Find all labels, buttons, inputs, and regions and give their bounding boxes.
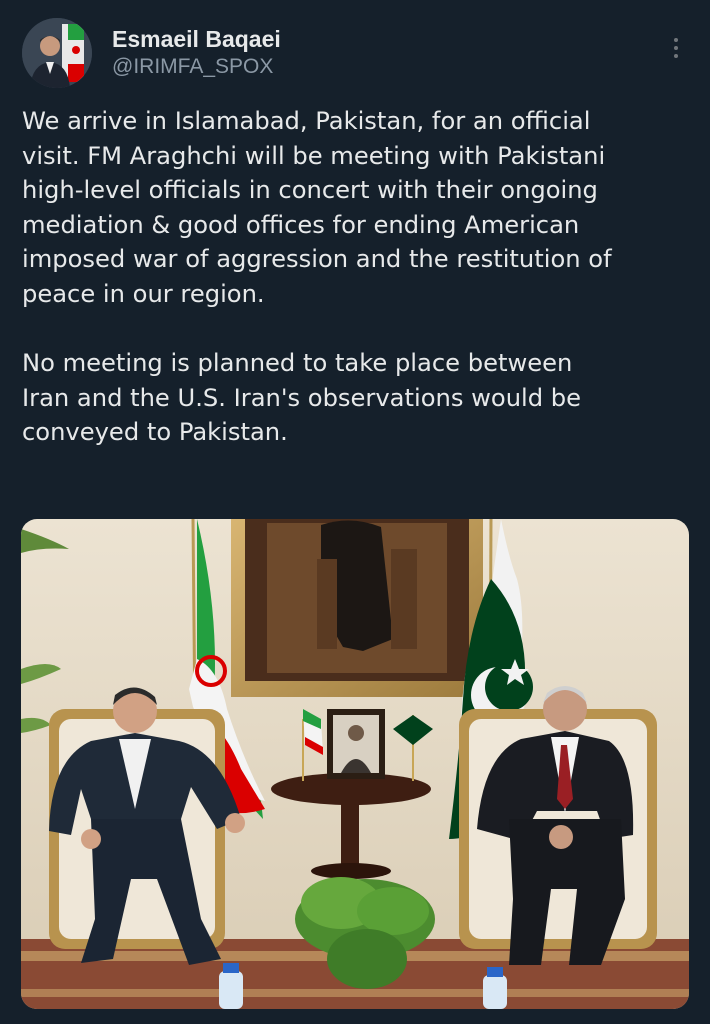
tweet-line: visit. FM Araghchi will be meeting with … — [22, 141, 606, 170]
tweet-line: imposed war of aggression and the restit… — [22, 245, 612, 274]
tweet-line: mediation & good offices for ending Amer… — [22, 210, 580, 239]
tweet-line: We arrive in Islamabad, Pakistan, for an… — [22, 107, 591, 135]
avatar[interactable] — [22, 18, 92, 88]
water-bottle — [483, 975, 507, 1009]
water-bottle — [219, 971, 243, 1009]
tweet-paragraph-2: No meeting is planned to take place betw… — [22, 346, 692, 450]
tweet-line: Iran and the U.S. Iran's observations wo… — [22, 383, 582, 412]
tweet-paragraph-1: We arrive in Islamabad, Pakistan, for an… — [22, 104, 692, 312]
author-display-name[interactable]: Esmaeil Baqaei — [112, 26, 281, 53]
tweet-header: Esmaeil Baqaei @IRIMFA_SPOX — [0, 0, 710, 100]
tweet-text: We arrive in Islamabad, Pakistan, for an… — [22, 104, 692, 450]
tweet-line: peace in our region. — [22, 279, 265, 308]
tweet-line: high-level officials in concert with the… — [22, 176, 598, 205]
tweet-media-photo[interactable] — [21, 519, 689, 1009]
meeting-photo — [21, 519, 689, 1009]
tweet-line: No meeting is planned to take place betw… — [22, 349, 573, 378]
profile-photo-icon — [22, 18, 92, 88]
author-handle[interactable]: @IRIMFA_SPOX — [112, 55, 273, 79]
tweet-line: conveyed to Pakistan. — [22, 418, 288, 447]
more-options-button[interactable] — [662, 30, 690, 66]
